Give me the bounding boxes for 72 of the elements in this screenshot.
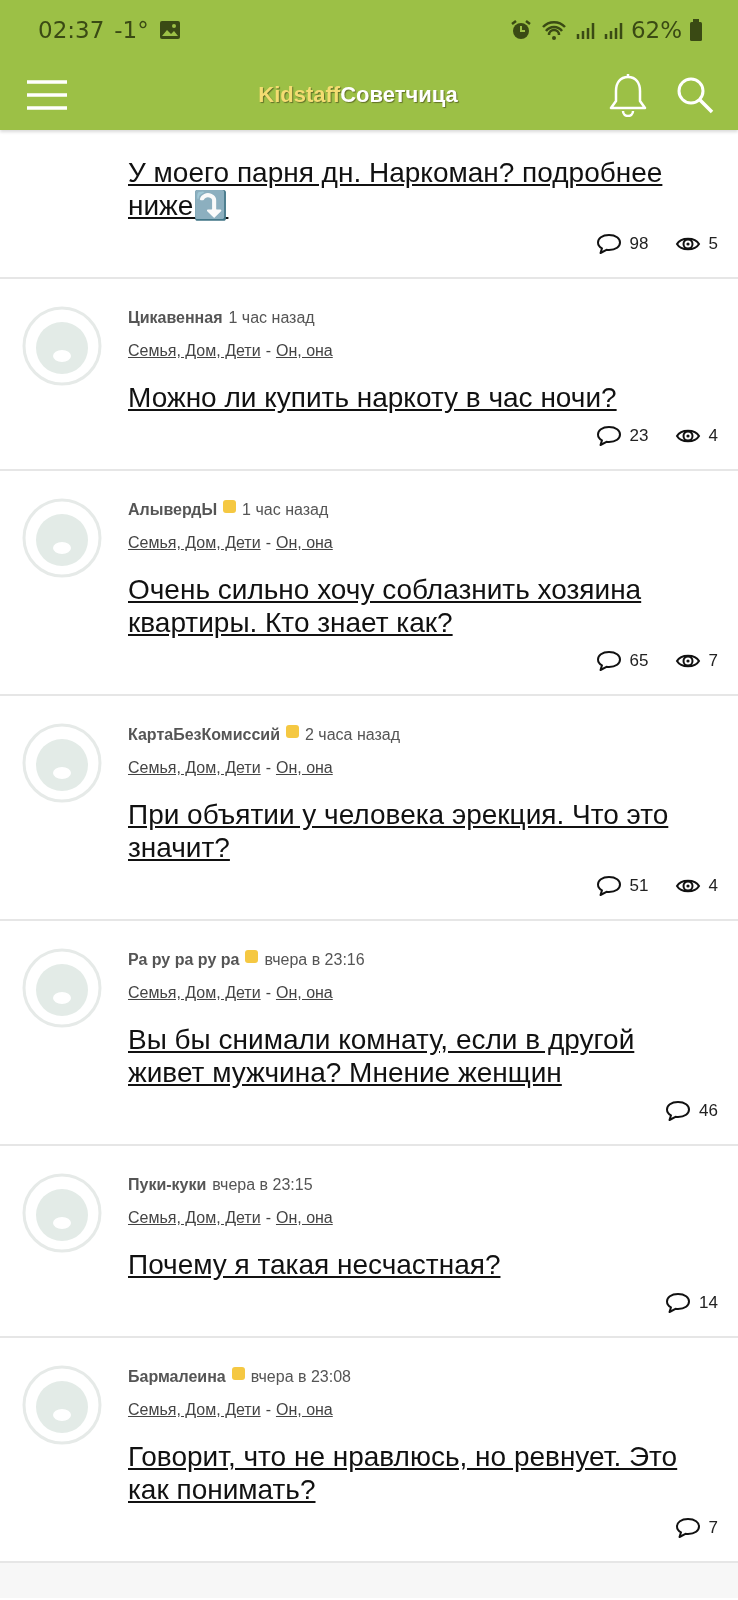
comment-icon (595, 874, 622, 898)
avatar-icon (22, 723, 102, 803)
author-name[interactable]: Ра ру ра ру ра (128, 951, 240, 969)
author-name[interactable]: КартаБезКомиссий (128, 726, 280, 744)
category-link[interactable]: Семья, Дом, Дети (128, 1401, 261, 1419)
comment-count: 23 (629, 426, 649, 446)
signal-icon (602, 20, 623, 40)
post-time: 2 часа назад (305, 726, 401, 744)
comment-count: 65 (629, 651, 649, 671)
category-link[interactable]: Он, она (275, 984, 333, 1002)
category-link[interactable]: Семья, Дом, Дети (128, 984, 261, 1002)
author-name[interactable]: АлывердЫ (128, 501, 218, 519)
post-title[interactable]: Вы бы снимали комнату, если в другой живет мужчина? Мнение женщин (128, 1023, 703, 1089)
post-time: вчера в 23:08 (250, 1368, 351, 1386)
post-time: 1 час назад (228, 309, 315, 327)
bell-icon[interactable] (608, 73, 648, 117)
author-name[interactable]: Бармалеина (128, 1368, 226, 1386)
comment-count: 14 (699, 1293, 718, 1313)
post-title[interactable]: Говорит, что не нравлюсь, но ревнует. Это как понимать? (128, 1440, 703, 1506)
category-link[interactable]: Семья, Дом, Дети (128, 342, 261, 360)
post-time: вчера в 23:15 (212, 1176, 313, 1194)
comment-count: 51 (629, 876, 649, 896)
category-link[interactable]: Он, она (275, 759, 333, 777)
separator-text: - (265, 342, 271, 360)
comment-icon (595, 232, 622, 256)
post-title[interactable]: Почему я такая несчастная? (128, 1248, 703, 1281)
view-count: 7 (708, 651, 718, 671)
author-name[interactable]: Цикавенная (128, 309, 223, 327)
post-title[interactable]: У моего парня дн. Наркоман? подробнее ниже⤵ (128, 156, 703, 222)
post-title[interactable]: Можно ли купить наркоту в час ночи? (128, 381, 703, 414)
avatar-icon (22, 948, 102, 1028)
avatar-icon (22, 1365, 102, 1445)
comment-count: 98 (629, 234, 649, 254)
comment-icon (674, 1516, 701, 1540)
category-link[interactable]: Он, она (275, 342, 333, 360)
avatar-icon (22, 498, 102, 578)
category-link[interactable]: Семья, Дом, Дети (128, 534, 261, 552)
avatar-icon (22, 1173, 102, 1253)
category-link[interactable]: Он, она (275, 1401, 333, 1419)
category-link[interactable]: Семья, Дом, Дети (128, 1209, 261, 1227)
battery-icon (690, 19, 702, 41)
comment-icon (595, 649, 622, 673)
author-name[interactable]: Пуки-куки (128, 1176, 207, 1194)
view-count: 5 (708, 234, 718, 254)
separator-text: - (265, 759, 271, 777)
separator-text: - (265, 1209, 271, 1227)
wifi-icon (540, 19, 567, 41)
avatar-icon (22, 306, 102, 386)
separator-text: - (265, 534, 271, 552)
battery-percent: 62% (630, 17, 682, 43)
post-time: 1 час назад (242, 501, 329, 519)
separator-text: - (265, 1401, 271, 1419)
comment-icon (665, 1099, 692, 1123)
status-time: 02:37 (38, 17, 105, 43)
comment-count: 46 (699, 1101, 718, 1121)
menu-icon[interactable] (26, 79, 68, 111)
temperature: -1° (114, 17, 149, 43)
category-link[interactable]: Он, она (275, 1209, 333, 1227)
category-link[interactable]: Он, она (275, 534, 333, 552)
view-count: 4 (708, 876, 718, 896)
search-icon[interactable] (676, 76, 714, 114)
view-count: 4 (708, 426, 718, 446)
category-link[interactable]: Семья, Дом, Дети (128, 759, 261, 777)
image-icon (158, 20, 181, 40)
comment-icon (595, 424, 622, 448)
comment-icon (665, 1291, 692, 1315)
post-title[interactable]: Очень сильно хочу соблазнить хозяина квартиры. Кто знает как? (128, 573, 703, 639)
post-title[interactable]: При объятии у человека эрекция. Что это значит? (128, 798, 703, 864)
comment-count: 7 (708, 1518, 718, 1538)
signal-icon (574, 20, 595, 40)
post-time: вчера в 23:16 (264, 951, 365, 969)
separator-text: - (265, 984, 271, 1002)
